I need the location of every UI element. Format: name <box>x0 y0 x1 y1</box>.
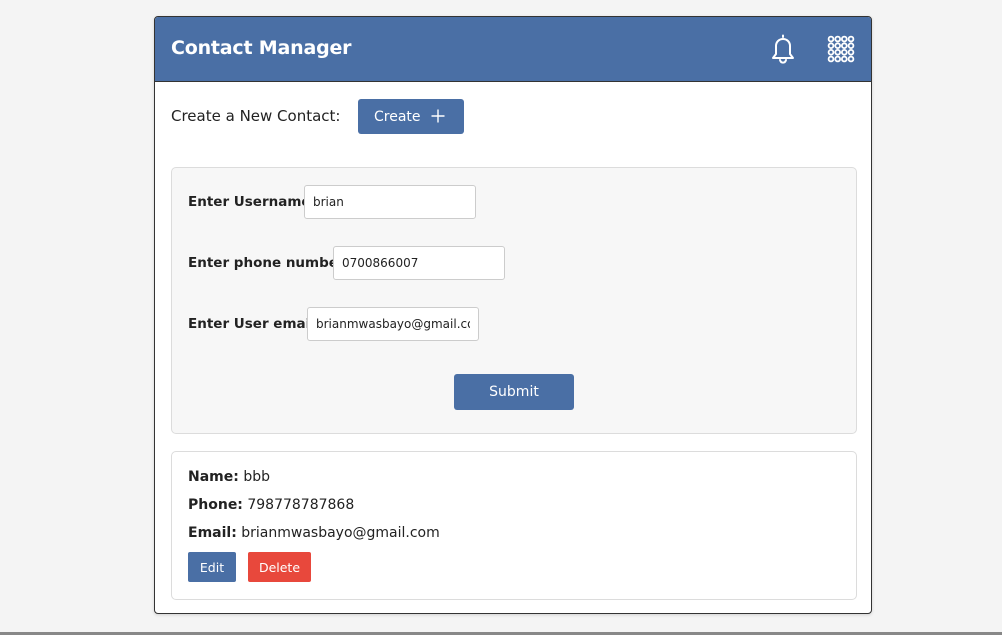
apps-grid-icon[interactable] <box>823 31 859 67</box>
phone-input[interactable] <box>333 246 505 280</box>
contact-email-label: Email: <box>188 525 237 541</box>
create-button[interactable]: Create <box>358 99 464 134</box>
app-header: Contact Manager <box>155 17 871 82</box>
contact-phone-line: Phone: 798778787868 <box>188 497 354 513</box>
edit-button[interactable]: Edit <box>188 552 236 582</box>
new-contact-form: Enter Username: Enter phone number: Ente… <box>171 167 857 434</box>
contact-card: Name: bbb Phone: 798778787868 Email: bri… <box>171 451 857 600</box>
phone-label: Enter phone number: <box>188 255 350 271</box>
email-input[interactable] <box>307 307 479 341</box>
username-label: Enter Username: <box>188 194 316 210</box>
contact-manager-panel: Contact Manager Create a New Contact: Cr… <box>154 16 872 614</box>
contact-name-value: bbb <box>243 469 270 485</box>
username-input[interactable] <box>304 185 476 219</box>
create-contact-row: Create a New Contact: Create <box>171 99 851 135</box>
submit-button[interactable]: Submit <box>454 374 574 410</box>
contact-email-line: Email: brianmwasbayo@gmail.com <box>188 525 440 541</box>
delete-button[interactable]: Delete <box>248 552 311 582</box>
plus-icon <box>431 109 445 123</box>
contact-name-line: Name: bbb <box>188 469 270 485</box>
contact-email-value: brianmwasbayo@gmail.com <box>241 525 440 541</box>
app-title: Contact Manager <box>171 37 352 59</box>
contact-phone-label: Phone: <box>188 497 243 513</box>
create-contact-label: Create a New Contact: <box>171 107 341 125</box>
contact-name-label: Name: <box>188 469 239 485</box>
bell-icon[interactable] <box>765 31 801 67</box>
email-label: Enter User email: <box>188 316 321 332</box>
create-button-label: Create <box>374 108 421 125</box>
contact-phone-value: 798778787868 <box>247 497 355 513</box>
